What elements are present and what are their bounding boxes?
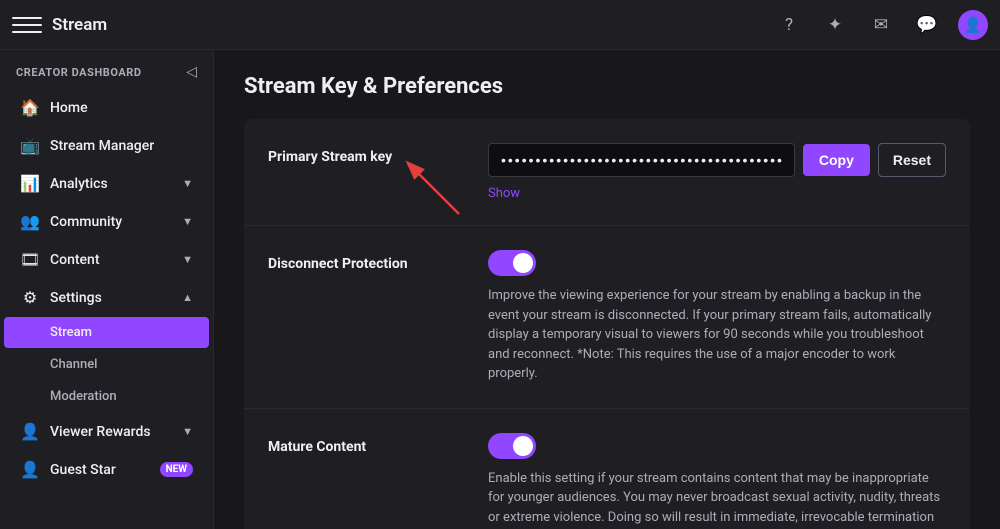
- content-chevron: ▼: [182, 253, 193, 266]
- sidebar-item-stream-manager[interactable]: 📺 Stream Manager: [4, 127, 209, 164]
- disconnect-protection-toggle[interactable]: [488, 250, 536, 276]
- settings-icon: ⚙: [20, 288, 40, 307]
- mail-icon[interactable]: ✉: [866, 10, 896, 40]
- home-icon: 🏠: [20, 98, 40, 117]
- show-link[interactable]: Show: [488, 186, 520, 201]
- topbar-icons: ? ✦ ✉ 💬 👤: [774, 10, 988, 40]
- community-chevron: ▼: [182, 215, 193, 228]
- sidebar-item-viewer-rewards-label: Viewer Rewards: [50, 424, 172, 440]
- main: Stream Key & Preferences Primary Stream …: [214, 0, 1000, 529]
- sidebar-header-label: CREATOR DASHBOARD: [16, 66, 142, 79]
- sidebar-sub-stream-label: Stream: [50, 325, 92, 340]
- stream-key-input-row: Copy Reset: [488, 143, 946, 177]
- sidebar-header: CREATOR DASHBOARD ◁: [0, 50, 213, 88]
- disconnect-protection-content: Improve the viewing experience for your …: [488, 250, 946, 384]
- sidebar-item-content[interactable]: 🎞 Content ▼: [4, 241, 209, 278]
- copy-button[interactable]: Copy: [803, 144, 870, 176]
- sidebar: CREATOR DASHBOARD ◁ 🏠 Home 📺 Stream Mana…: [0, 0, 214, 529]
- mature-content-description: Enable this setting if your stream conta…: [488, 469, 946, 529]
- sidebar-collapse-icon[interactable]: ◁: [186, 64, 197, 80]
- sparkle-icon[interactable]: ✦: [820, 10, 850, 40]
- topbar-title: Stream: [52, 15, 107, 35]
- sidebar-item-home[interactable]: 🏠 Home: [4, 89, 209, 126]
- mature-content-toggle[interactable]: [488, 433, 536, 459]
- sidebar-item-community[interactable]: 👥 Community ▼: [4, 203, 209, 240]
- guest-star-icon: 👤: [20, 460, 40, 479]
- help-icon[interactable]: ?: [774, 10, 804, 40]
- reset-button[interactable]: Reset: [878, 143, 946, 177]
- sidebar-item-community-label: Community: [50, 214, 172, 230]
- mature-content-label: Mature Content: [268, 433, 468, 455]
- viewer-rewards-chevron: ▼: [182, 425, 193, 438]
- mature-content-desc-part1: Enable this setting if your stream conta…: [488, 471, 940, 529]
- settings-card: Primary Stream key Copy Reset Show: [244, 119, 970, 529]
- disconnect-protection-row: Disconnect Protection Improve the viewin…: [244, 226, 970, 409]
- stream-key-input[interactable]: [488, 143, 795, 177]
- disconnect-toggle-row: [488, 250, 946, 276]
- sidebar-item-viewer-rewards[interactable]: 👤 Viewer Rewards ▼: [4, 413, 209, 450]
- stream-manager-icon: 📺: [20, 136, 40, 155]
- avatar[interactable]: 👤: [958, 10, 988, 40]
- sidebar-item-content-label: Content: [50, 252, 172, 268]
- sidebar-item-stream-manager-label: Stream Manager: [50, 138, 193, 154]
- sidebar-sub-item-stream[interactable]: Stream: [4, 317, 209, 348]
- sidebar-item-guest-star[interactable]: 👤 Guest Star NEW: [4, 451, 209, 488]
- sidebar-sub-item-moderation[interactable]: Moderation: [4, 381, 209, 412]
- content-area: Stream Key & Preferences Primary Stream …: [214, 0, 1000, 529]
- guest-star-badge: NEW: [160, 462, 193, 477]
- sidebar-item-home-label: Home: [50, 100, 193, 116]
- stream-key-row: Primary Stream key Copy Reset Show: [244, 119, 970, 226]
- analytics-chevron: ▼: [182, 177, 193, 190]
- sidebar-item-analytics-label: Analytics: [50, 176, 172, 192]
- community-icon: 👥: [20, 212, 40, 231]
- notifications-icon[interactable]: 💬: [912, 10, 942, 40]
- sidebar-item-guest-star-label: Guest Star: [50, 462, 144, 478]
- viewer-rewards-icon: 👤: [20, 422, 40, 441]
- sidebar-item-analytics[interactable]: 📊 Analytics ▼: [4, 165, 209, 202]
- analytics-icon: 📊: [20, 174, 40, 193]
- disconnect-protection-label: Disconnect Protection: [268, 250, 468, 272]
- stream-key-label: Primary Stream key: [268, 143, 468, 165]
- settings-chevron: ▲: [182, 291, 193, 304]
- mature-toggle-row: [488, 433, 946, 459]
- sidebar-sub-moderation-label: Moderation: [50, 389, 117, 404]
- page-title: Stream Key & Preferences: [244, 50, 970, 119]
- sidebar-item-settings[interactable]: ⚙ Settings ▲: [4, 279, 209, 316]
- mature-content-content: Enable this setting if your stream conta…: [488, 433, 946, 529]
- menu-icon[interactable]: [12, 10, 42, 40]
- topbar-left: Stream: [12, 10, 774, 40]
- disconnect-protection-description: Improve the viewing experience for your …: [488, 286, 946, 384]
- stream-key-content: Copy Reset Show: [488, 143, 946, 201]
- sidebar-sub-channel-label: Channel: [50, 357, 97, 372]
- mature-content-row: Mature Content Enable this setting if yo…: [244, 409, 970, 529]
- topbar: Stream ? ✦ ✉ 💬 👤: [0, 0, 1000, 50]
- sidebar-sub-item-channel[interactable]: Channel: [4, 349, 209, 380]
- content-icon: 🎞: [20, 250, 40, 269]
- sidebar-item-settings-label: Settings: [50, 290, 172, 306]
